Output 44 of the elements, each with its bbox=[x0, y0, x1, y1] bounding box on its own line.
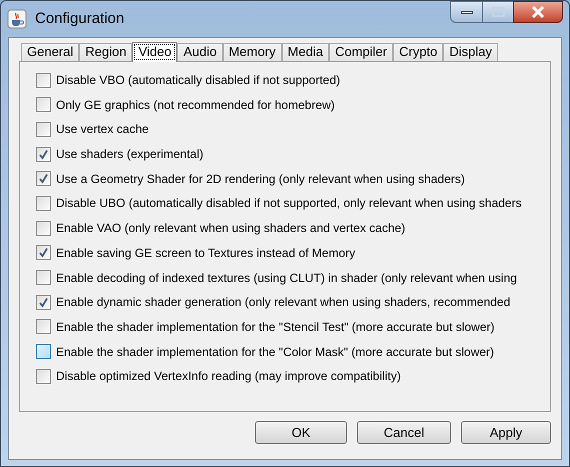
checkbox[interactable] bbox=[36, 146, 51, 162]
tab[interactable]: Display bbox=[443, 43, 498, 61]
option-label: Use vertex cache bbox=[56, 121, 149, 138]
tab[interactable]: Compiler bbox=[329, 43, 394, 61]
option-label: Enable decoding of indexed textures (using CLUT) in shader (only relevant when using bbox=[56, 270, 517, 286]
option-label: Only GE graphics (not recommended for homebrew) bbox=[56, 96, 335, 114]
checkbox[interactable] bbox=[36, 171, 51, 186]
dialog-button[interactable]: OK bbox=[255, 421, 347, 444]
checkbox[interactable] bbox=[36, 245, 51, 260]
checkbox[interactable] bbox=[36, 270, 51, 285]
checkbox[interactable] bbox=[36, 97, 51, 112]
tab[interactable]: Crypto bbox=[393, 43, 444, 61]
minimize-button[interactable] bbox=[450, 1, 483, 23]
close-icon bbox=[531, 6, 545, 18]
checkbox[interactable] bbox=[36, 122, 51, 137]
option-label: Enable the shader implementation for the "Stencil Test" (more accurate but slower) bbox=[56, 318, 495, 336]
checkbox[interactable] bbox=[36, 72, 51, 88]
option-label: Use a Geometry Shader for 2D rendering (only relevant when using shaders) bbox=[56, 170, 465, 188]
dialog-button[interactable]: Apply bbox=[461, 421, 551, 444]
checkbox[interactable] bbox=[36, 368, 51, 384]
maximize-button[interactable] bbox=[483, 1, 513, 23]
checkbox[interactable] bbox=[36, 344, 51, 360]
close-button[interactable] bbox=[513, 1, 563, 23]
option-label: Disable VBO (automatically disabled if not supported) bbox=[56, 72, 340, 89]
checkbox[interactable] bbox=[36, 220, 51, 236]
tab[interactable]: Media bbox=[282, 43, 330, 61]
tab[interactable]: Audio bbox=[177, 43, 223, 61]
option-label: Use shaders (experimental) bbox=[56, 146, 204, 164]
option-label: Disable optimized VertexInfo reading (may improve compatibility) bbox=[56, 368, 401, 386]
tab[interactable]: Video bbox=[132, 42, 178, 62]
tab[interactable]: Memory bbox=[222, 43, 282, 61]
dialog-button[interactable]: Cancel bbox=[357, 421, 451, 444]
option-label: Enable saving GE screen to Textures instead of Memory bbox=[56, 244, 356, 262]
checkbox[interactable] bbox=[36, 319, 51, 334]
tab[interactable]: General bbox=[21, 43, 80, 61]
option-label: Enable VAO (only relevant when using shaders and vertex cache) bbox=[56, 220, 406, 238]
window-title: Configuration bbox=[35, 8, 124, 29]
option-label: Enable the shader implementation for the "Color Mask" (more accurate but slower) bbox=[56, 344, 494, 361]
option-label: Disable UBO (automatically disabled if not supported, only relevant when using shaders bbox=[56, 195, 522, 212]
java-cup-icon bbox=[7, 9, 27, 29]
tab[interactable]: Region bbox=[79, 43, 132, 61]
checkbox[interactable] bbox=[36, 294, 51, 310]
option-label: Enable dynamic shader generation (only relevant when using shaders, recommended bbox=[56, 294, 510, 312]
checkbox[interactable] bbox=[36, 196, 51, 211]
